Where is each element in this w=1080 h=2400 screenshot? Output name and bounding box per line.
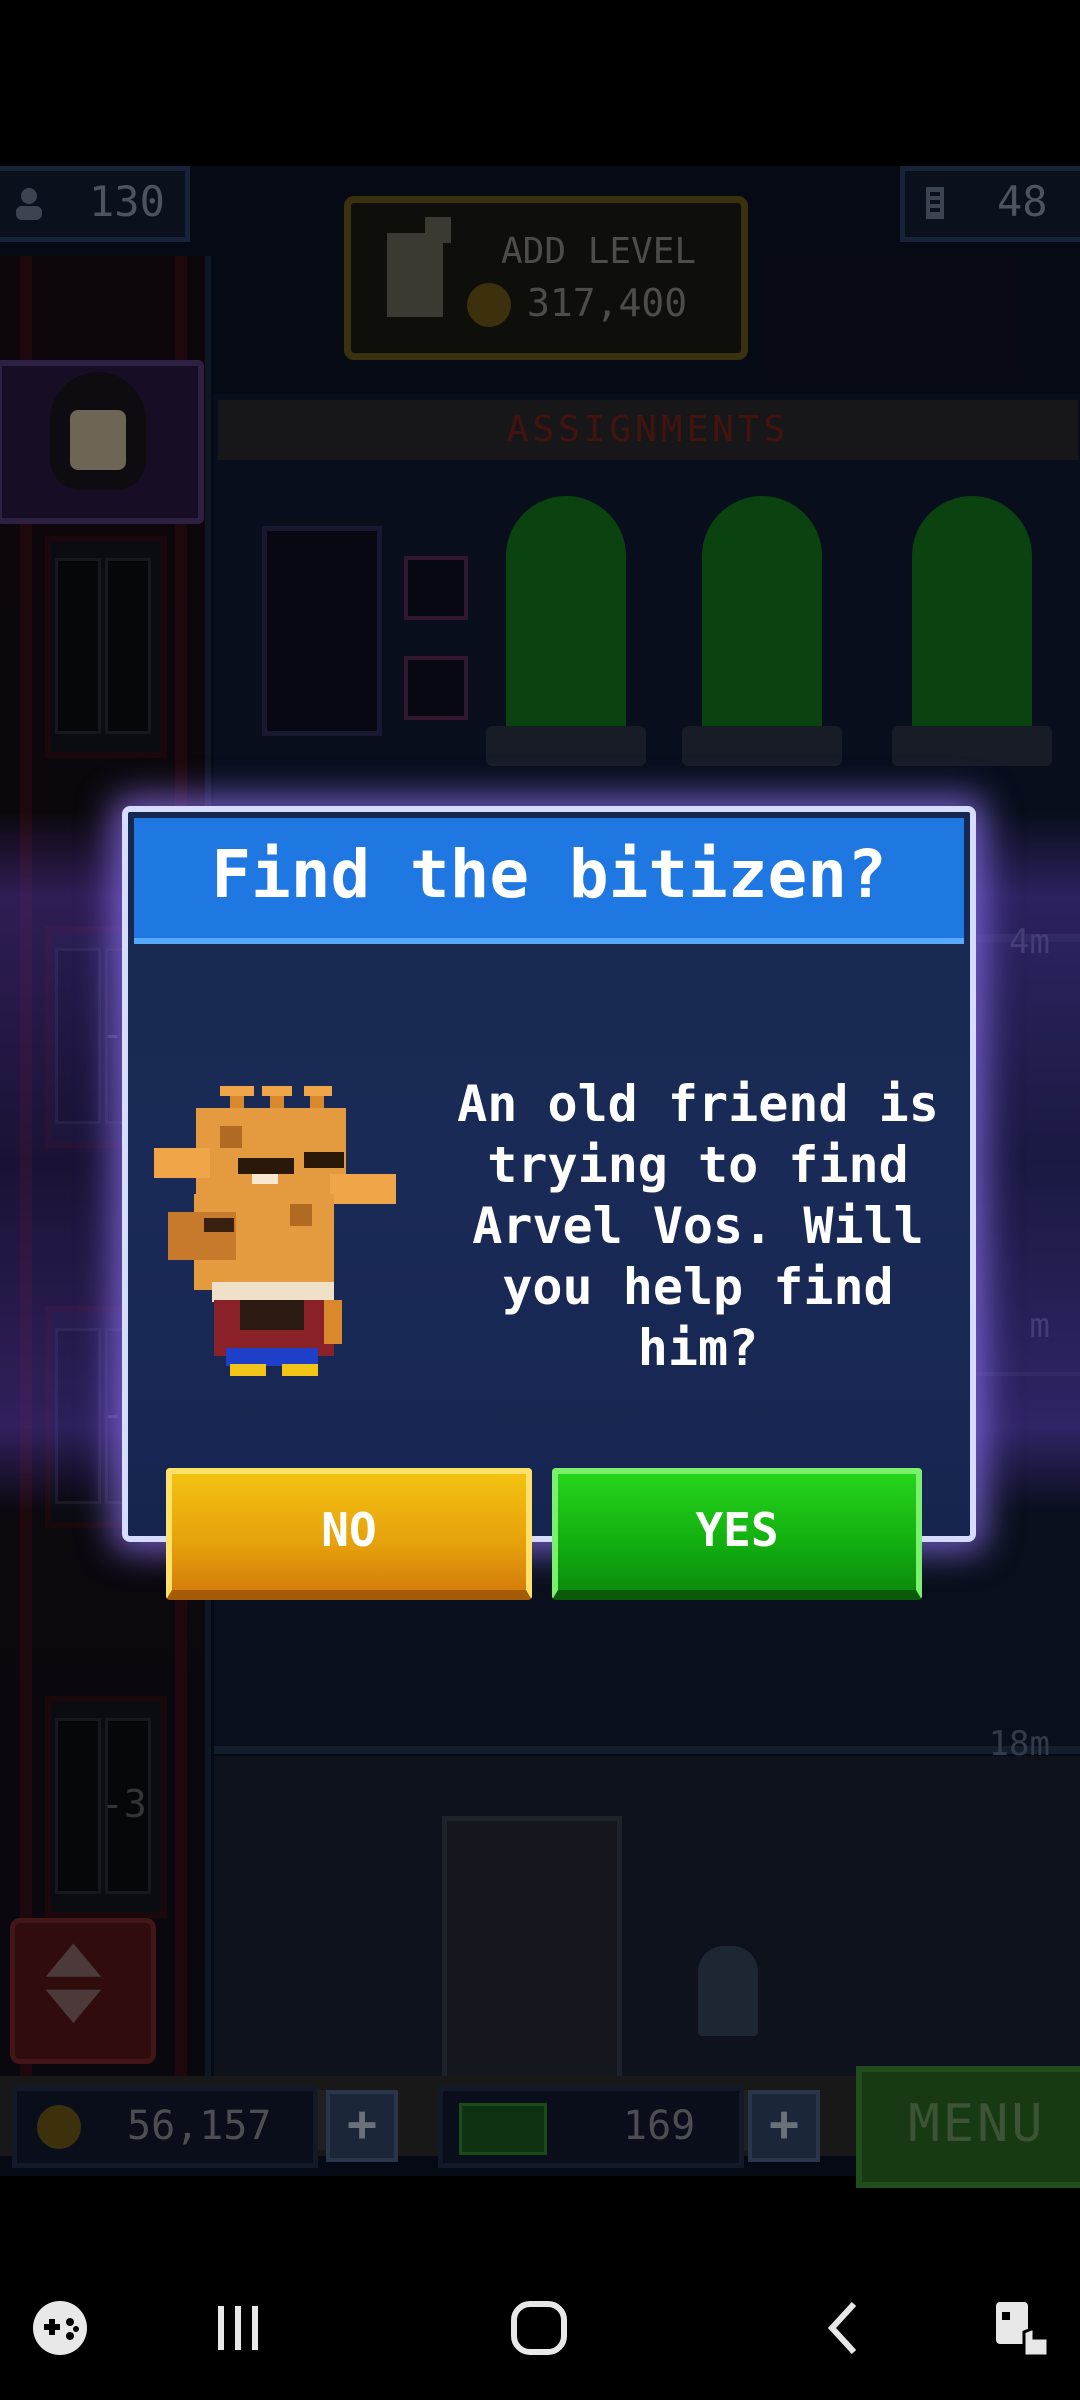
dialog-header: Find the bitizen?: [134, 818, 964, 944]
yes-button[interactable]: YES: [552, 1468, 922, 1600]
recent-apps-icon[interactable]: [202, 2292, 274, 2364]
back-icon[interactable]: [808, 2292, 880, 2364]
system-navigation-bar: [0, 2256, 1080, 2400]
dialog-title: Find the bitizen?: [211, 836, 887, 913]
home-icon[interactable]: [504, 2292, 576, 2364]
giraffe-bitizen-icon: [154, 1086, 396, 1376]
no-button[interactable]: NO: [166, 1468, 532, 1600]
dialog-message: An old friend is trying to find Arvel Vo…: [457, 1075, 939, 1377]
keyboard-switch-icon[interactable]: [984, 2292, 1056, 2364]
game-launcher-icon[interactable]: [24, 2292, 96, 2364]
